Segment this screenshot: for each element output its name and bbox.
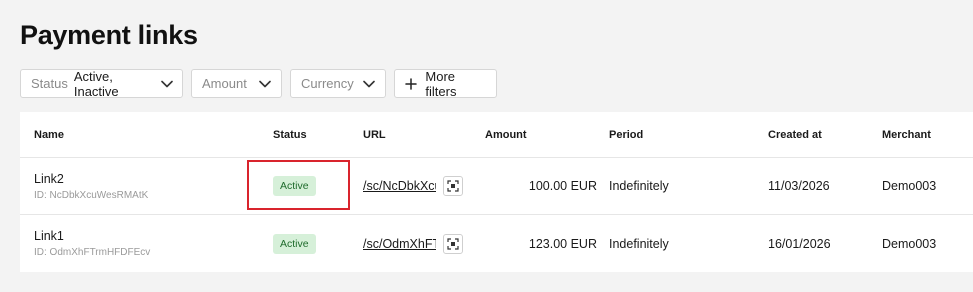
qr-code-button[interactable] [443, 233, 463, 254]
amount-cell: 100.00 EUR [528, 179, 597, 193]
table-row[interactable]: Link2 ID: NcDbkXcuWesRMAtK Active /sc/Nc… [20, 158, 973, 215]
status-badge: Active [273, 176, 316, 196]
page-title: Payment links [20, 20, 198, 50]
qr-code-button[interactable] [443, 176, 463, 196]
column-header-url[interactable]: URL [363, 112, 386, 157]
link-name[interactable]: Link1 [34, 229, 64, 243]
filter-bar: Status Active, Inactive Amount Currency … [20, 68, 497, 99]
payment-url-link[interactable]: /sc/NcDbkXcuWesRMAtK [363, 179, 436, 193]
merchant-cell: Demo003 [882, 179, 937, 193]
currency-filter-label: Currency [301, 76, 354, 91]
chevron-down-icon [160, 77, 173, 91]
merchant-cell: Demo003 [882, 236, 937, 251]
more-filters-label: More filters [425, 68, 457, 99]
link-name-cell: Link2 ID: NcDbkXcuWesRMAtK [34, 158, 254, 214]
chevron-down-icon [363, 77, 376, 91]
status-cell: Active [273, 215, 316, 272]
url-cell: /sc/OdmXhFTrmHFDFEcv [363, 215, 463, 272]
link-name[interactable]: Link2 [34, 172, 64, 186]
table-row[interactable]: Link1 ID: OdmXhFTrmHFDFEcv Active /sc/Od… [20, 215, 973, 272]
status-filter-value: Active, Inactive [73, 68, 119, 99]
status-cell: Active [273, 158, 316, 214]
created-at-cell: 16/01/2026 [768, 236, 831, 251]
created-at-cell: 11/03/2026 [768, 179, 830, 193]
payment-url-link[interactable]: /sc/OdmXhFTrmHFDFEcv [363, 237, 436, 251]
table-header-row: Name Status URL Amount Period Created at… [20, 112, 973, 158]
chevron-down-icon [258, 77, 272, 91]
more-filters-button[interactable]: More filters [394, 68, 497, 99]
qr-scan-icon [447, 180, 459, 192]
link-name-cell: Link1 ID: OdmXhFTrmHFDFEcv [34, 215, 254, 272]
column-header-created-at[interactable]: Created at [768, 112, 822, 157]
status-badge: Active [273, 233, 316, 254]
column-header-name[interactable]: Name [34, 112, 254, 157]
currency-filter[interactable]: Currency [290, 69, 386, 98]
amount-filter[interactable]: Amount [191, 69, 282, 98]
column-header-merchant[interactable]: Merchant [882, 112, 931, 157]
payment-links-table: Name Status URL Amount Period Created at… [20, 112, 973, 272]
period-cell: Indefinitely [609, 179, 669, 193]
period-cell: Indefinitely [609, 236, 669, 251]
status-filter[interactable]: Status Active, Inactive [20, 68, 183, 99]
plus-icon [404, 77, 417, 91]
amount-filter-label: Amount [202, 76, 247, 91]
link-id: ID: NcDbkXcuWesRMAtK [34, 189, 149, 201]
status-filter-label: Status [31, 76, 68, 91]
column-header-period[interactable]: Period [609, 112, 643, 157]
amount-cell: 123.00 EUR [528, 236, 597, 251]
link-id: ID: OdmXhFTrmHFDFEcv [34, 247, 151, 258]
qr-scan-icon [447, 237, 459, 250]
column-header-status[interactable]: Status [273, 112, 307, 157]
url-cell: /sc/NcDbkXcuWesRMAtK [363, 158, 463, 214]
column-header-amount[interactable]: Amount [485, 112, 527, 157]
